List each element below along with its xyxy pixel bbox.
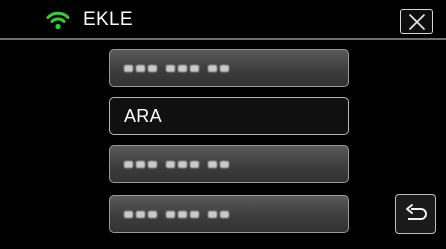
close-icon [408, 13, 425, 30]
masked-network-name [124, 160, 229, 168]
header-bar: EKLE [0, 0, 446, 40]
wifi-icon [46, 11, 70, 30]
network-item-masked-1[interactable] [109, 49, 349, 87]
masked-network-name [124, 64, 229, 72]
return-arrow-icon [405, 204, 427, 220]
back-button[interactable] [395, 194, 436, 234]
network-item-masked-3[interactable] [109, 195, 349, 233]
network-item-masked-2[interactable] [109, 145, 349, 183]
search-button[interactable]: ARA [109, 97, 349, 135]
masked-network-name [124, 210, 229, 218]
wifi-add-screen: EKLE ARA [0, 0, 446, 249]
close-button[interactable] [400, 9, 433, 34]
search-button-label: ARA [124, 105, 162, 126]
page-title: EKLE [83, 9, 133, 30]
